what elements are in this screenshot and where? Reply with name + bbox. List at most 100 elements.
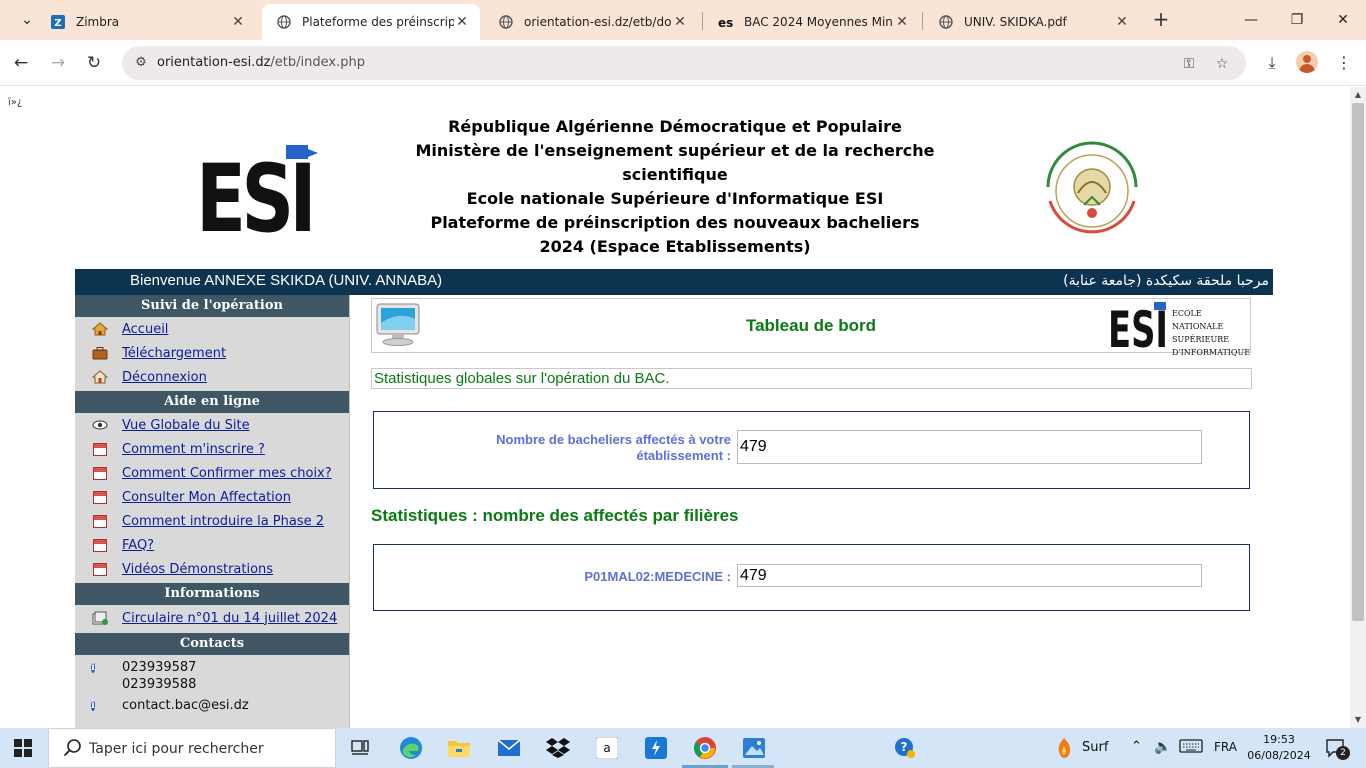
clock-time: 19:53	[1263, 733, 1295, 746]
home-icon	[91, 321, 109, 337]
tab-search-chevron-icon[interactable]: ⌄	[12, 6, 42, 34]
task-view-icon[interactable]	[346, 734, 374, 762]
scroll-down-arrow-icon[interactable]: ▼	[1350, 712, 1366, 728]
sidebar-item-affectation[interactable]: Consulter Mon Affectation	[75, 485, 349, 509]
sidebar-item-inscrire[interactable]: Comment m'inscrire ?	[75, 437, 349, 461]
sidebar-item-confirmer[interactable]: Comment Confirmer mes choix?	[75, 461, 349, 485]
tab-bac-moyennes[interactable]: esi BAC 2024 Moyennes Minima ✕	[704, 4, 920, 40]
sidebar-item-telechargement[interactable]: Téléchargement	[75, 341, 349, 365]
browser-toolbar: ← → ↻ ⚙ orientation-esi.dz/etb/index.php…	[0, 40, 1366, 86]
sidebar-section-title: Suivi de l'opération	[75, 295, 349, 317]
sidebar-item-faq[interactable]: FAQ?	[75, 533, 349, 557]
sidebar-section-title: Aide en ligne	[75, 391, 349, 413]
sidebar-link[interactable]: Comment introduire la Phase 2	[122, 514, 324, 529]
header-line-platform: Plateforme de préinscription des nouveau…	[430, 213, 920, 256]
calendar-icon	[91, 561, 109, 577]
help-icon[interactable]: ?	[891, 734, 919, 762]
close-icon[interactable]: ✕	[230, 14, 246, 30]
sidebar-link[interactable]: Comment m'inscrire ?	[122, 442, 265, 457]
filiere-label: P01MAL02:MEDECINE :	[584, 569, 731, 584]
scroll-up-arrow-icon[interactable]: ▲	[1350, 87, 1366, 103]
notification-center-icon[interactable]: 2	[1322, 734, 1350, 762]
download-icon[interactable]: ⤓	[1259, 50, 1285, 76]
document-add-icon	[91, 610, 109, 626]
restore-icon[interactable]: ❐	[1282, 6, 1312, 34]
weather-icon[interactable]	[1050, 734, 1078, 762]
tab-separator	[922, 12, 923, 30]
close-icon[interactable]: ✕	[1114, 14, 1130, 30]
bacheliers-value-field[interactable]: 479	[737, 430, 1202, 464]
tab-skidka-pdf[interactable]: UNIV. SKIDKA.pdf ✕	[924, 4, 1140, 40]
sidebar-item-accueil[interactable]: Accueil	[75, 317, 349, 341]
power-automate-icon[interactable]	[642, 734, 670, 762]
filiere-value-field[interactable]: 479	[737, 564, 1202, 587]
sidebar-link[interactable]: Comment Confirmer mes choix?	[122, 466, 332, 481]
sidebar-link[interactable]: Déconnexion	[122, 370, 207, 385]
tab-separator	[702, 12, 703, 30]
keyboard-icon[interactable]	[1179, 738, 1203, 757]
contact-email: i contact.bac@esi.dz	[75, 693, 349, 714]
sidebar-item-circulaire[interactable]: Circulaire n°01 du 14 juillet 2024	[75, 605, 349, 631]
info-icon: i	[91, 700, 95, 711]
back-arrow-icon[interactable]: ←	[8, 50, 34, 76]
close-window-icon[interactable]: ✕	[1328, 6, 1358, 34]
mail-icon[interactable]	[495, 734, 523, 762]
page-scrollbar[interactable]: ▲ ▼	[1350, 87, 1366, 728]
tab-strip: Z Zimbra ✕ Plateforme des préinscription…	[0, 0, 1366, 40]
windows-taskbar: Taper ici pour rechercher a ? Surf ⌃ 🔈 F…	[0, 728, 1366, 768]
sidebar-item-videos[interactable]: Vidéos Démonstrations	[75, 557, 349, 581]
esi-logo-caption: ECOLE NATIONALE SUPÉRIEURE D'INFORMATIQU…	[1172, 309, 1251, 357]
menu-kebab-icon[interactable]: ⋮	[1331, 50, 1357, 76]
weather-label[interactable]: Surf	[1082, 740, 1108, 755]
header-line-school: Ecole nationale Supérieure d'Informatiqu…	[466, 189, 884, 208]
photos-icon[interactable]	[740, 734, 768, 762]
tab-download[interactable]: orientation-esi.dz/etb/down ✕	[484, 4, 698, 40]
input-language[interactable]: FRA	[1214, 740, 1237, 754]
calendar-icon	[91, 513, 109, 529]
filiere-stats-title: Statistiques : nombre des affectés par f…	[371, 506, 739, 525]
profile-avatar-icon[interactable]	[1296, 51, 1318, 73]
address-url[interactable]: orientation-esi.dz/etb/index.php	[157, 55, 365, 70]
dropbox-icon[interactable]	[544, 734, 572, 762]
tab-zimbra[interactable]: Z Zimbra ✕	[36, 4, 256, 40]
tab-title: Plateforme des préinscription	[302, 15, 454, 29]
tab-plateforme[interactable]: Plateforme des préinscription ✕	[262, 4, 480, 40]
chrome-icon[interactable]	[691, 734, 719, 762]
password-key-icon[interactable]: ⚿	[1178, 53, 1200, 75]
sidebar-item-deconnexion[interactable]: Déconnexion	[75, 365, 349, 389]
sidebar-link[interactable]: Consulter Mon Affectation	[122, 490, 291, 505]
svg-text:a: a	[603, 741, 610, 755]
amazon-icon[interactable]: a	[593, 734, 621, 762]
tray-chevron-up-icon[interactable]: ⌃	[1131, 739, 1142, 754]
site-settings-icon[interactable]: ⚙	[130, 52, 152, 74]
edge-browser-icon[interactable]	[397, 734, 425, 762]
bookmark-star-icon[interactable]: ☆	[1211, 53, 1233, 75]
sidebar-link[interactable]: Accueil	[122, 322, 168, 337]
taskbar-search-box[interactable]: Taper ici pour rechercher	[48, 728, 336, 768]
sidebar-item-phase2[interactable]: Comment introduire la Phase 2	[75, 509, 349, 533]
close-icon[interactable]: ✕	[454, 14, 470, 30]
close-icon[interactable]: ✕	[894, 14, 910, 30]
taskbar-search-placeholder: Taper ici pour rechercher	[89, 741, 264, 757]
sidebar-link[interactable]: Téléchargement	[122, 346, 226, 361]
new-tab-plus-icon[interactable]: +	[1150, 8, 1172, 30]
calendar-icon	[91, 441, 109, 457]
close-icon[interactable]: ✕	[672, 14, 688, 30]
forward-arrow-icon[interactable]: →	[45, 50, 71, 76]
address-bar[interactable]: ⚙ orientation-esi.dz/etb/index.php ⚿ ☆	[122, 46, 1246, 80]
sidebar-link[interactable]: Vue Globale du Site	[122, 418, 250, 433]
bacheliers-label: Nombre de bacheliers affectés à votre ét…	[496, 432, 731, 463]
sidebar-item-vue-globale[interactable]: Vue Globale du Site	[75, 413, 349, 437]
reload-icon[interactable]: ↻	[81, 50, 107, 76]
sidebar-link[interactable]: Vidéos Démonstrations	[122, 562, 273, 577]
windows-start-icon[interactable]	[14, 739, 32, 757]
taskbar-clock[interactable]: 19:53 06/08/2024	[1246, 732, 1312, 764]
esi-school-logo: ESI ECOLE NATIONALE SUPÉRIEURE D'INFORMA…	[1108, 301, 1250, 357]
sidebar-link[interactable]: FAQ?	[122, 538, 154, 553]
file-explorer-icon[interactable]	[445, 734, 473, 762]
speaker-icon[interactable]: 🔈	[1154, 739, 1171, 755]
scroll-thumb[interactable]	[1352, 103, 1364, 621]
svg-text:esi: esi	[718, 16, 734, 29]
sidebar-link[interactable]: Circulaire n°01 du 14 juillet 2024	[122, 611, 337, 626]
minimize-icon[interactable]: —	[1236, 6, 1266, 34]
